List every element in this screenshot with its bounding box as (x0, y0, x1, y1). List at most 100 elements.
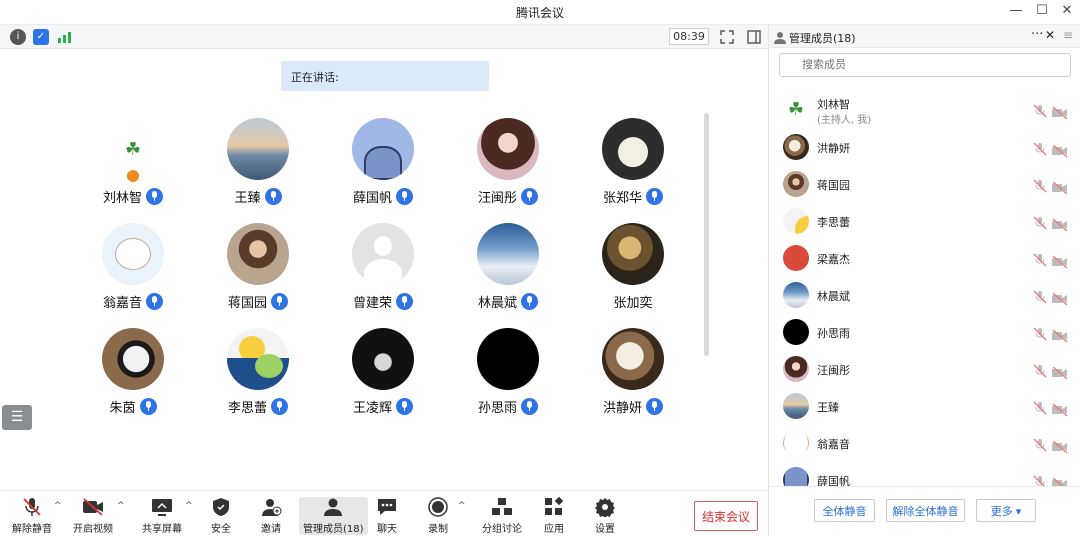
member-row[interactable]: 蒋国园 (769, 166, 1080, 203)
participant-tile[interactable]: 张加奕 (578, 223, 688, 311)
end-meeting-button[interactable]: 结束会议 (694, 501, 758, 531)
member-row[interactable]: 汪闽彤 (769, 351, 1080, 388)
mic-icon (139, 397, 157, 415)
grid-scrollbar[interactable] (704, 113, 709, 356)
menu-icon[interactable]: ≡ (1063, 28, 1073, 42)
mic-icon (521, 397, 538, 415)
member-name: 王臻 (817, 401, 839, 414)
unmute-button[interactable]: 解除静音 (12, 497, 52, 535)
black-avatar (477, 328, 539, 390)
shield-icon[interactable]: ✓ (33, 29, 49, 45)
mic-muted-icon[interactable] (1033, 437, 1047, 452)
cat-avatar (602, 328, 664, 390)
list-view-icon[interactable]: ☰ (2, 405, 32, 430)
minimize-icon[interactable]: — (1006, 3, 1026, 18)
member-row[interactable]: 王臻 (769, 388, 1080, 425)
audio-options-chevron-icon[interactable]: ^ (54, 501, 62, 511)
participant-name: 王臻 (234, 190, 261, 206)
member-row[interactable]: 林晨斌 (769, 277, 1080, 314)
maximize-icon[interactable]: ☐ (1032, 3, 1052, 18)
participant-tile[interactable]: 曾建荣 (328, 223, 438, 311)
info-icon[interactable]: i (10, 29, 26, 45)
more-options-icon[interactable]: ··· (1031, 27, 1043, 42)
participant-tile[interactable]: 蒋国园 (203, 223, 313, 311)
apps-button[interactable]: 应用 (543, 496, 565, 535)
member-name: 洪静妍 (817, 142, 850, 155)
fullscreen-icon[interactable] (719, 29, 735, 45)
participant-tile[interactable]: 朱茵 (78, 328, 188, 416)
member-row[interactable]: 翁嘉音 (769, 425, 1080, 462)
camera-off-icon[interactable] (1052, 327, 1068, 343)
camera-off-icon[interactable] (1052, 142, 1068, 158)
unmute-all-button[interactable]: 解除全体静音 (886, 499, 965, 522)
mic-muted-icon[interactable] (1033, 400, 1047, 415)
member-avatar (783, 282, 809, 308)
member-row[interactable]: 李思蕾 (769, 203, 1080, 240)
participant-name: 汪闽彤 (477, 190, 517, 206)
mic-icon (521, 292, 538, 310)
camera-off-icon[interactable] (1052, 216, 1068, 232)
video-options-chevron-icon[interactable]: ^ (117, 501, 125, 511)
mic-muted-icon[interactable] (1033, 103, 1047, 118)
breakout-button[interactable]: 分组讨论 (482, 497, 522, 535)
manage-members-button[interactable]: 管理成员(18) (299, 497, 368, 535)
camera-off-icon[interactable] (1052, 179, 1068, 195)
mic-muted-icon[interactable] (1033, 326, 1047, 341)
camera-off-icon[interactable] (1052, 438, 1068, 454)
record-button[interactable]: 录制 (427, 497, 449, 535)
mic-icon (271, 397, 288, 415)
participant-tile[interactable]: 张郑华 (578, 118, 688, 206)
chat-button[interactable]: 聊天 (376, 497, 398, 535)
member-row[interactable]: 孙思雨 (769, 314, 1080, 351)
mute-all-button[interactable]: 全体静音 (814, 499, 875, 522)
camera-off-icon[interactable] (1052, 104, 1068, 120)
camera-off-icon[interactable] (1052, 290, 1068, 306)
camera-off-icon[interactable] (1052, 253, 1068, 269)
mic-muted-icon[interactable] (1033, 289, 1047, 304)
clover-avatar: ☘ (102, 118, 164, 182)
participant-tile[interactable]: 孙思雨 (453, 328, 563, 416)
participant-tile[interactable]: 王凌辉 (328, 328, 438, 416)
member-row[interactable]: ☘ 刘林智 (主持人, 我) (769, 91, 1080, 128)
mic-muted-icon[interactable] (1033, 363, 1047, 378)
mic-muted-icon[interactable] (1033, 178, 1047, 193)
mic-muted-icon[interactable] (1033, 215, 1047, 230)
participant-tile[interactable]: 薛国帆 (328, 118, 438, 206)
camera-off-icon[interactable] (1052, 364, 1068, 380)
start-video-button[interactable]: 开启视频 (73, 497, 113, 535)
dog-avatar (602, 118, 664, 180)
panda-avatar (102, 328, 164, 390)
settings-button[interactable]: 设置 (594, 497, 616, 535)
member-name: 蒋国园 (817, 179, 850, 192)
security-button[interactable]: 安全 (210, 497, 232, 535)
share-screen-button[interactable]: 共享屏幕 (142, 497, 182, 535)
member-row[interactable]: 梁嘉杰 (769, 240, 1080, 277)
member-avatar: ☘ (783, 96, 809, 122)
participant-tile[interactable]: ☘ 刘林智 (78, 118, 188, 206)
close-icon[interactable]: ✕ (1057, 3, 1077, 18)
camera-off-icon[interactable] (1052, 401, 1068, 417)
layout-toggle-icon[interactable] (746, 29, 762, 45)
member-avatar (783, 134, 809, 160)
default-avatar (352, 223, 414, 285)
close-panel-icon[interactable]: ✕ (1045, 28, 1055, 42)
member-row[interactable]: 洪静妍 (769, 129, 1080, 166)
members-panel-title: 管理成员(18) (789, 32, 856, 45)
participant-tile[interactable]: 林晨斌 (453, 223, 563, 311)
participant-tile[interactable]: 王臻 (203, 118, 313, 206)
signal-icon[interactable] (56, 29, 72, 45)
participant-tile[interactable]: 汪闽彤 (453, 118, 563, 206)
mic-muted-icon[interactable] (1033, 141, 1047, 156)
record-options-chevron-icon[interactable]: ^ (458, 501, 466, 511)
participant-tile[interactable]: 洪静妍 (578, 328, 688, 416)
participant-tile[interactable]: 翁嘉音 (78, 223, 188, 311)
share-options-chevron-icon[interactable]: ^ (185, 501, 193, 511)
more-button[interactable]: 更多 ▾ (976, 499, 1036, 522)
member-avatar (783, 171, 809, 197)
mic-muted-icon[interactable] (1033, 252, 1047, 267)
participant-tile[interactable]: 李思蕾 (203, 328, 313, 416)
member-search-input[interactable] (779, 53, 1071, 77)
camera-off-icon (82, 497, 104, 517)
invite-button[interactable]: 邀请 (260, 497, 282, 535)
bear-avatar (102, 223, 164, 285)
